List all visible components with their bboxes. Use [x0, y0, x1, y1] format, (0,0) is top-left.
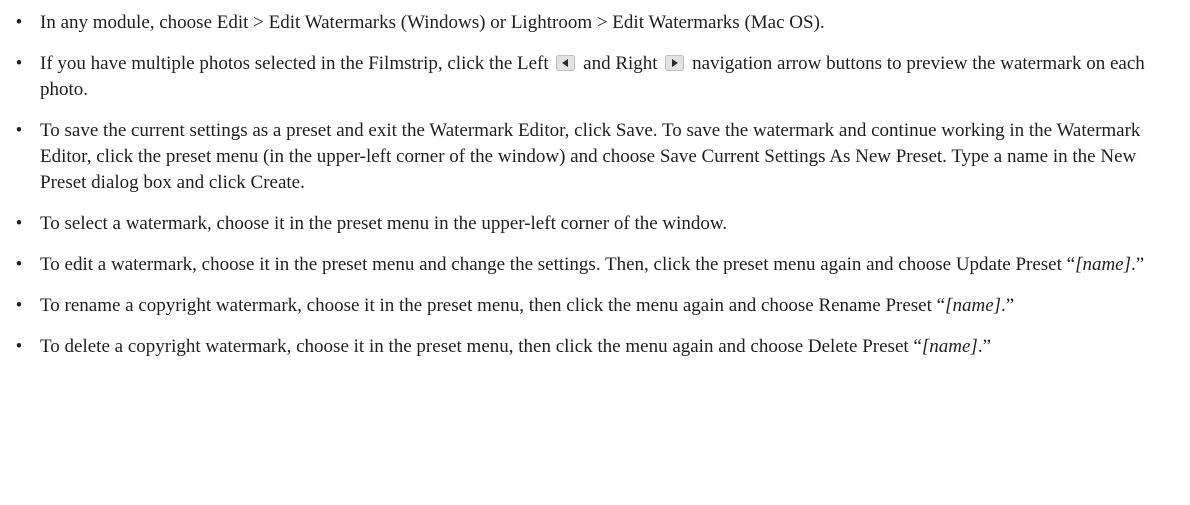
preset-name-placeholder: [name] — [1075, 254, 1132, 275]
bullet-marker: • — [15, 120, 23, 141]
bullet-text: and Right — [583, 53, 658, 74]
bullet-text: To edit a watermark, choose it in the pr… — [40, 254, 1076, 275]
list-item: • In any module, choose Edit > Edit Wate… — [0, 10, 1190, 36]
list-item: • To select a watermark, choose it in th… — [0, 211, 1190, 237]
bullet-marker: • — [15, 53, 23, 74]
list-item: • To edit a watermark, choose it in the … — [0, 252, 1190, 278]
right-arrow-icon — [665, 55, 685, 71]
bullet-text: To save the current settings as a preset… — [40, 120, 1141, 193]
bullet-text: To select a watermark, choose it in the … — [40, 213, 728, 234]
bullet-marker: • — [15, 336, 23, 357]
left-arrow-icon — [556, 55, 576, 71]
list-item: • To delete a copyright watermark, choos… — [0, 334, 1190, 360]
list-item: • To save the current settings as a pres… — [0, 118, 1190, 196]
instruction-list: • In any module, choose Edit > Edit Wate… — [0, 10, 1190, 375]
bullet-text: To delete a copyright watermark, choose … — [40, 336, 922, 357]
preset-name-placeholder: [name] — [945, 295, 1002, 316]
bullet-text-end: .” — [977, 336, 991, 357]
list-item: • If you have multiple photos selected i… — [0, 51, 1190, 103]
bullet-marker: • — [15, 213, 23, 234]
bullet-text: To rename a copyright watermark, choose … — [40, 295, 946, 316]
bullet-marker: • — [15, 12, 23, 33]
bullet-text: If you have multiple photos selected in … — [40, 53, 549, 74]
bullet-text: In any module, choose Edit > Edit Waterm… — [40, 12, 825, 33]
document-page: • In any module, choose Edit > Edit Wate… — [0, 0, 1190, 505]
bullet-marker: • — [15, 295, 23, 316]
bullet-text-end: .” — [1131, 254, 1145, 275]
preset-name-placeholder: [name] — [921, 336, 978, 357]
bullet-text-end: .” — [1001, 295, 1015, 316]
bullet-marker: • — [15, 254, 23, 275]
list-item: • To rename a copyright watermark, choos… — [0, 293, 1190, 319]
